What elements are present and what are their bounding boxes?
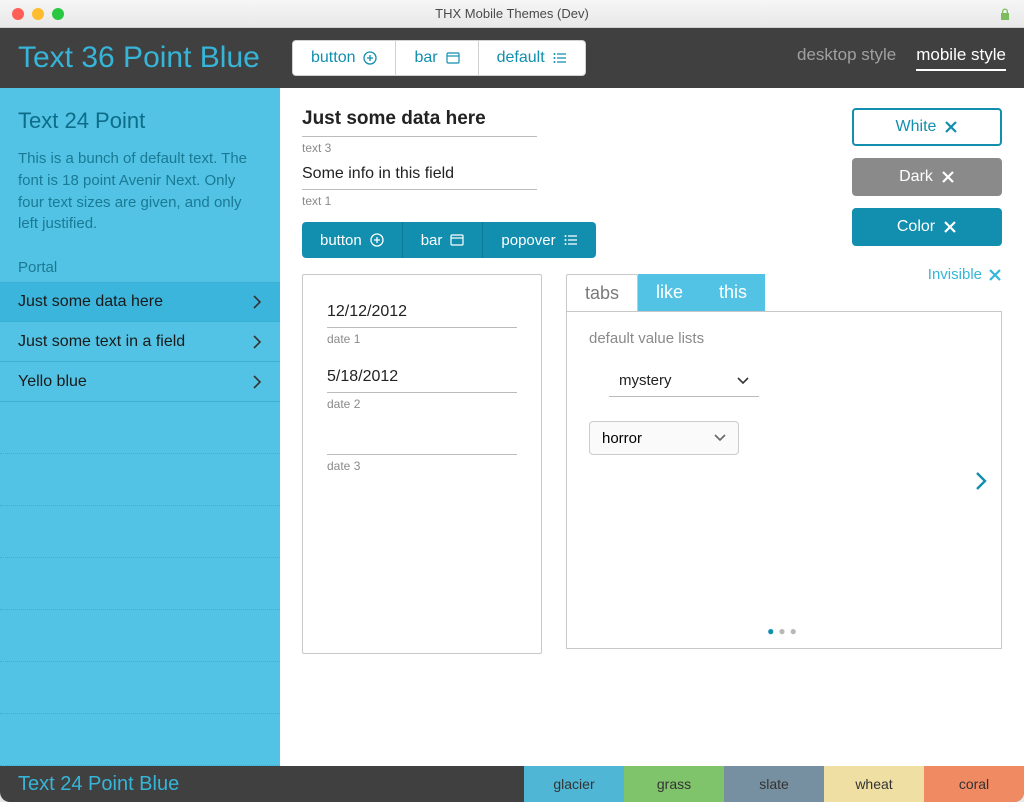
chevron-right-icon bbox=[252, 335, 262, 349]
date2-label: date 2 bbox=[327, 397, 517, 411]
tab-like[interactable]: like bbox=[638, 274, 701, 312]
chevron-right-icon bbox=[252, 295, 262, 309]
swatch-wheat[interactable]: wheat bbox=[824, 766, 924, 802]
swatch-coral[interactable]: coral bbox=[924, 766, 1024, 802]
sidebar-section-label: Portal bbox=[0, 259, 280, 282]
window-icon bbox=[450, 234, 464, 246]
date-panel: 12/12/2012 date 1 5/18/2012 date 2 date … bbox=[302, 274, 542, 654]
color-button[interactable]: Color bbox=[852, 208, 1002, 246]
app-header: Text 36 Point Blue button bar default de… bbox=[0, 28, 1024, 88]
dropdown-value: horror bbox=[602, 430, 642, 447]
sidebar: Text 24 Point This is a bunch of default… bbox=[0, 88, 280, 766]
chevron-down-icon bbox=[737, 377, 749, 385]
plus-circle-icon bbox=[363, 51, 377, 65]
tab-desktop-style[interactable]: desktop style bbox=[797, 45, 896, 71]
window-title: THX Mobile Themes (Dev) bbox=[0, 6, 1024, 21]
header-segmented-control: button bar default bbox=[292, 40, 586, 76]
next-page-button[interactable] bbox=[975, 467, 987, 493]
date1-label: date 1 bbox=[327, 332, 517, 346]
sidebar-heading: Text 24 Point bbox=[18, 108, 262, 134]
swatch-glacier[interactable]: glacier bbox=[524, 766, 624, 802]
portal-row[interactable]: Yello blue bbox=[0, 362, 280, 402]
page-dots: ●●● bbox=[567, 624, 1001, 638]
seg-bar[interactable]: bar bbox=[396, 40, 478, 76]
portal-row-label: Yello blue bbox=[18, 373, 87, 391]
pill-button[interactable]: button bbox=[302, 222, 402, 258]
close-icon bbox=[944, 120, 958, 134]
list-icon bbox=[553, 52, 567, 64]
seg-button[interactable]: button bbox=[292, 40, 396, 76]
chevron-right-icon bbox=[252, 375, 262, 389]
main-content: Just some data here text 3 Some info in … bbox=[280, 88, 1024, 766]
lock-icon bbox=[1000, 7, 1010, 21]
swatch-grass[interactable]: grass bbox=[624, 766, 724, 802]
list-icon bbox=[564, 234, 578, 246]
close-icon bbox=[988, 268, 1002, 282]
sidebar-description: This is a bunch of default text. The fon… bbox=[18, 148, 262, 235]
window-icon bbox=[446, 52, 460, 64]
tab-tabs[interactable]: tabs bbox=[566, 274, 638, 312]
dropdown-value: mystery bbox=[619, 372, 672, 389]
window-titlebar: THX Mobile Themes (Dev) bbox=[0, 0, 1024, 28]
field-text1-value[interactable]: Some info in this field bbox=[302, 165, 537, 190]
date3-label: date 3 bbox=[327, 459, 517, 473]
pill-bar[interactable]: bar bbox=[402, 222, 483, 258]
plus-circle-icon bbox=[370, 233, 384, 247]
portal-row[interactable]: Just some data here bbox=[0, 282, 280, 322]
tab-this[interactable]: this bbox=[701, 274, 765, 312]
close-icon bbox=[943, 220, 957, 234]
tab-mobile-style[interactable]: mobile style bbox=[916, 45, 1006, 71]
dark-button[interactable]: Dark bbox=[852, 158, 1002, 196]
date1-value[interactable]: 12/12/2012 bbox=[327, 303, 517, 328]
tab-panel: tabs like this default value lists myste… bbox=[566, 274, 1002, 654]
close-icon bbox=[941, 170, 955, 184]
portal-row-label: Just some text in a field bbox=[18, 333, 185, 351]
app-footer: Text 24 Point Blue glaciergrassslatewhea… bbox=[0, 766, 1024, 802]
seg-default[interactable]: default bbox=[479, 40, 586, 76]
invisible-button[interactable]: Invisible bbox=[852, 266, 1002, 283]
portal-row-label: Just some data here bbox=[18, 293, 163, 311]
date3-value[interactable] bbox=[327, 433, 517, 455]
chevron-down-icon bbox=[714, 434, 726, 442]
portal-row[interactable]: Just some text in a field bbox=[0, 322, 280, 362]
page-title: Text 36 Point Blue bbox=[18, 41, 268, 75]
date2-value[interactable]: 5/18/2012 bbox=[327, 368, 517, 393]
white-button[interactable]: White bbox=[852, 108, 1002, 146]
swatch-slate[interactable]: slate bbox=[724, 766, 824, 802]
dropdown-underline[interactable]: mystery bbox=[609, 365, 759, 397]
tab-content-heading: default value lists bbox=[589, 330, 979, 347]
footer-title: Text 24 Point Blue bbox=[0, 773, 524, 796]
pill-popover[interactable]: popover bbox=[482, 222, 595, 258]
field-text3-value[interactable]: Just some data here bbox=[302, 108, 537, 137]
dropdown-boxed[interactable]: horror bbox=[589, 421, 739, 455]
